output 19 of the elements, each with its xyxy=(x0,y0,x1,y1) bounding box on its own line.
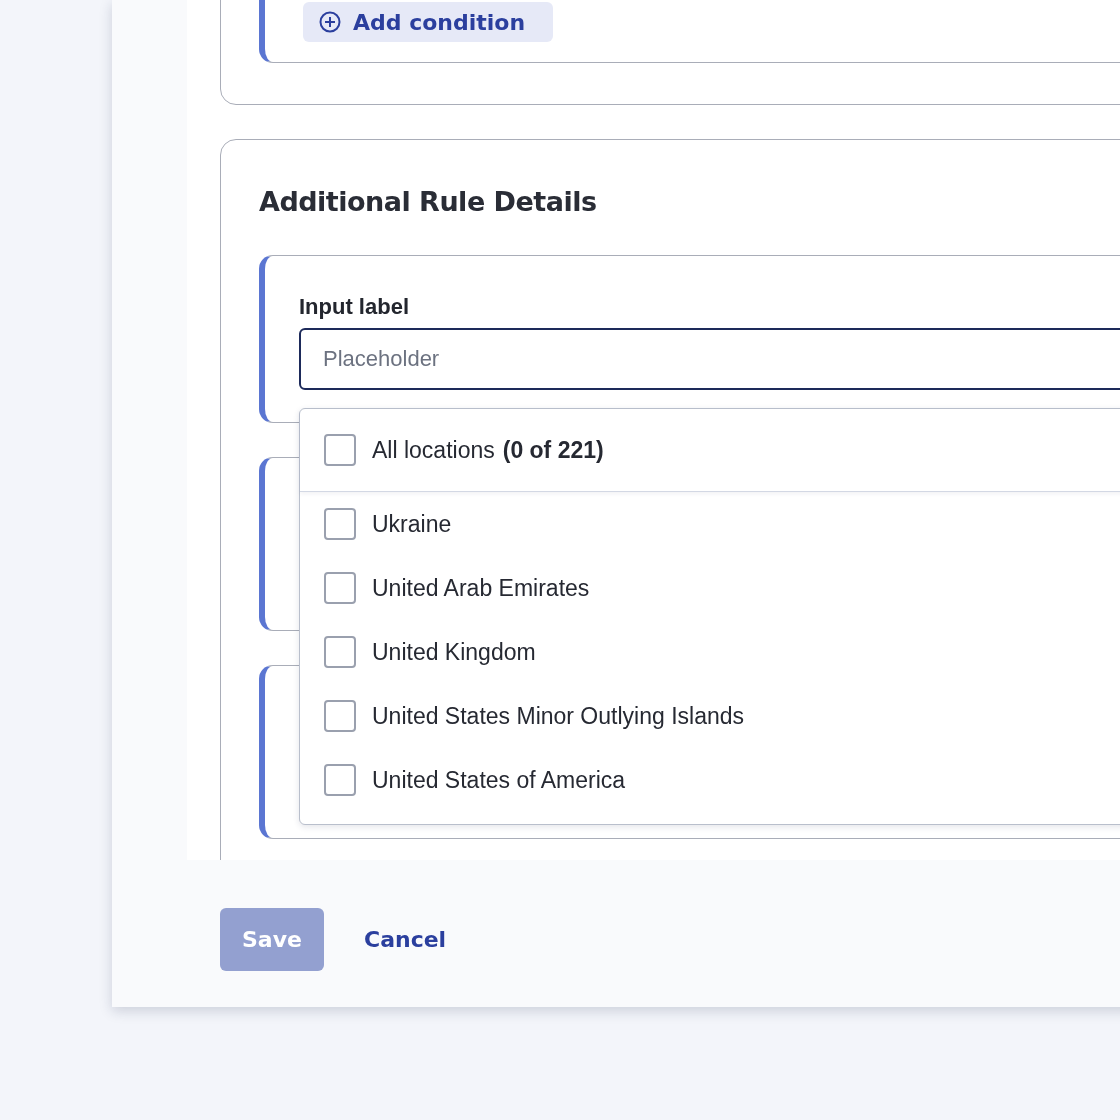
add-condition-button[interactable]: Add condition xyxy=(303,2,553,42)
option-label[interactable]: United Arab Emirates xyxy=(372,574,590,602)
option-label[interactable]: Ukraine xyxy=(372,510,452,538)
plus-circle-icon xyxy=(319,11,341,33)
input-label: Input label xyxy=(299,294,410,320)
option-label[interactable]: United Kingdom xyxy=(372,638,536,666)
checkbox[interactable] xyxy=(324,636,356,668)
selection-count: (0 of 221) xyxy=(502,436,604,464)
checkbox[interactable] xyxy=(324,572,356,604)
option-label[interactable]: United States Minor Outlying Islands xyxy=(372,702,744,730)
checkbox[interactable] xyxy=(324,434,356,466)
checkbox[interactable] xyxy=(324,508,356,540)
cancel-link[interactable]: Cancel xyxy=(364,927,447,952)
section-title: Additional Rule Details xyxy=(259,186,598,217)
option-label[interactable]: All locations xyxy=(372,436,495,464)
option-label[interactable]: United States of America xyxy=(372,766,626,794)
checkbox[interactable] xyxy=(324,700,356,732)
checkbox[interactable] xyxy=(324,764,356,796)
input-field[interactable]: Placeholder xyxy=(299,328,1120,390)
